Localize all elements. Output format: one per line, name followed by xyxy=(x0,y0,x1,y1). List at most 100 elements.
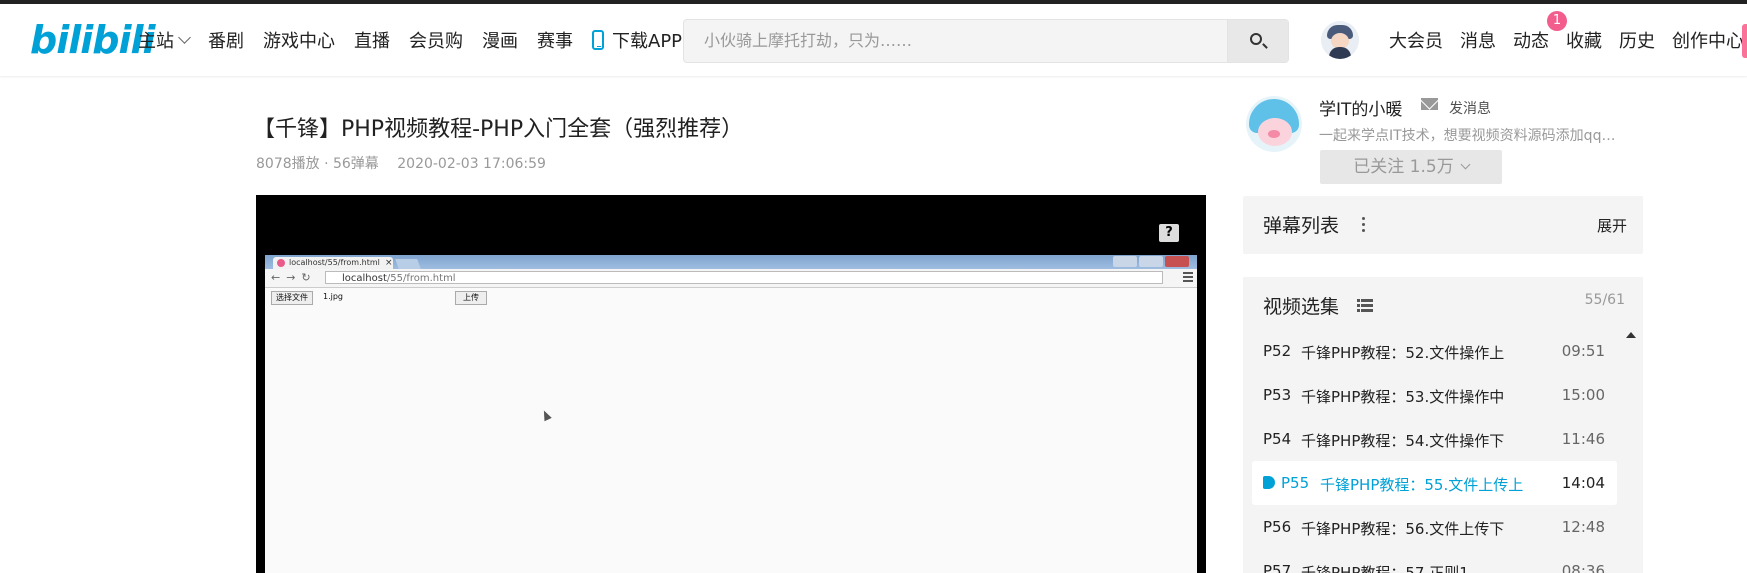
new-tab-icon xyxy=(395,259,421,269)
search-input[interactable]: 小伙骑上摩托打劫，只为…… xyxy=(684,20,1229,62)
nav-item-live[interactable]: 直播 xyxy=(354,27,390,53)
send-message-link[interactable]: 发消息 xyxy=(1449,98,1491,118)
main-nav: 主站 番剧 游戏中心 直播 会员购 漫画 赛事 下载APP xyxy=(138,4,701,76)
episode-name: 千锋PHP教程：52.文件操作上 xyxy=(1301,344,1505,362)
close-icon: × xyxy=(385,258,393,268)
nav-item-label: 游戏中心 xyxy=(263,31,335,52)
mouse-cursor-icon xyxy=(540,408,552,422)
nav-item-game-center[interactable]: 游戏中心 xyxy=(263,27,335,53)
nav-item-label: 直播 xyxy=(354,31,390,52)
nav-item-esports[interactable]: 赛事 xyxy=(537,27,573,53)
browser-tab-title: localhost/55/from.html xyxy=(289,258,380,267)
browser-toolbar: ←→↻ localhost/55/from.html xyxy=(265,269,1197,288)
video-title: 【千锋】PHP视频教程-PHP入门全套（强烈推荐） xyxy=(253,117,744,142)
episode-name: 千锋PHP教程：57.正则1 xyxy=(1301,564,1469,573)
danmaku-list-title: 弹幕列表 xyxy=(1263,215,1340,237)
uploader-name[interactable]: 学IT的小暖 xyxy=(1319,95,1402,120)
episode-list-panel: 视频选集 55/61 P52 千锋PHP教程：52.文件操作上 09:51 P5… xyxy=(1243,277,1643,573)
episode-count: 55/61 xyxy=(1584,292,1625,308)
nav-item-shop[interactable]: 会员购 xyxy=(409,27,463,53)
episode-list: P52 千锋PHP教程：52.文件操作上 09:51 P53 千锋PHP教程：5… xyxy=(1252,329,1617,573)
site-header: bilibili 主站 番剧 游戏中心 直播 会员购 漫画 赛事 下载APP 小… xyxy=(0,4,1747,76)
video-frame-browser: localhost/55/from.html × ←→↻ localhost/5… xyxy=(265,255,1197,573)
episode-duration: 15:00 xyxy=(1561,386,1605,404)
nav-creator-center[interactable]: 创作中心 xyxy=(1672,27,1744,53)
follow-button[interactable]: 已关注 1.5万 xyxy=(1320,150,1502,184)
file-name: 1.jpg xyxy=(323,292,344,301)
episode-name: 千锋PHP教程：54.文件操作下 xyxy=(1301,432,1505,450)
danmaku-list-panel: 弹幕列表 展开 xyxy=(1243,196,1643,254)
episode-item[interactable]: P53 千锋PHP教程：53.文件操作中 15:00 xyxy=(1252,373,1617,417)
nav-dynamic[interactable]: 动态 1 xyxy=(1513,11,1567,53)
episode-number: P52 xyxy=(1263,342,1292,360)
episode-item-active[interactable]: P55 千锋PHP教程：55.文件上传上 14:04 xyxy=(1252,461,1617,505)
nav-history[interactable]: 历史 xyxy=(1619,27,1655,53)
episode-number: P57 xyxy=(1263,562,1292,573)
nav-item-main-site[interactable]: 主站 xyxy=(138,27,191,53)
browser-nav-icons: ←→↻ xyxy=(271,271,317,284)
episode-item[interactable]: P52 千锋PHP教程：52.文件操作上 09:51 xyxy=(1252,329,1617,373)
help-icon[interactable]: ? xyxy=(1159,224,1179,242)
nav-item-label: 会员购 xyxy=(409,31,463,52)
uploader-avatar[interactable] xyxy=(1246,96,1302,152)
nav-item-manga[interactable]: 漫画 xyxy=(482,27,518,53)
episode-number: P56 xyxy=(1263,518,1292,536)
episode-duration: 08:36 xyxy=(1561,562,1605,573)
episode-duration: 09:51 xyxy=(1561,342,1605,360)
favicon-icon xyxy=(277,259,285,267)
browser-tabbar: localhost/55/from.html × xyxy=(265,255,1197,269)
episode-list-title: 视频选集 xyxy=(1263,296,1340,318)
episode-duration: 14:04 xyxy=(1561,474,1605,492)
episode-item[interactable]: P56 千锋PHP教程：56.文件上传下 12:48 xyxy=(1252,505,1617,549)
episode-name: 千锋PHP教程：55.文件上传上 xyxy=(1320,476,1524,494)
nav-vip[interactable]: 大会员 xyxy=(1389,27,1443,53)
episode-number: P55 xyxy=(1281,474,1310,492)
uploader-description: 一起来学点IT技术，想要视频资料源码添加qq… xyxy=(1319,128,1616,144)
expand-button[interactable]: 展开 xyxy=(1597,215,1627,236)
phone-icon xyxy=(592,30,604,50)
publish-date: 2020-02-03 17:06:59 xyxy=(397,156,546,172)
nav-messages[interactable]: 消息 xyxy=(1460,27,1496,53)
play-count: 8078播放 · 56弹幕 xyxy=(256,156,379,172)
episode-number: P54 xyxy=(1263,430,1292,448)
nav-item-label: 漫画 xyxy=(482,31,518,52)
episode-duration: 11:46 xyxy=(1561,430,1605,448)
upload-button-edge[interactable] xyxy=(1742,24,1747,58)
url-path: /55/from.html xyxy=(386,273,456,284)
playing-icon xyxy=(1263,476,1275,489)
more-options-icon[interactable] xyxy=(1362,217,1365,234)
nav-item-label: 主站 xyxy=(138,31,174,52)
choose-file-button: 选择文件 xyxy=(271,291,313,305)
video-meta: 8078播放 · 56弹幕 2020-02-03 17:06:59 xyxy=(256,153,560,173)
chevron-down-icon xyxy=(1460,159,1471,170)
episode-number: P53 xyxy=(1263,386,1292,404)
mail-icon[interactable] xyxy=(1421,98,1438,110)
scroll-up-icon[interactable] xyxy=(1626,332,1636,338)
search-button[interactable] xyxy=(1227,20,1288,62)
list-icon[interactable] xyxy=(1357,299,1373,313)
nav-favorites[interactable]: 收藏 xyxy=(1566,27,1602,53)
notification-badge: 1 xyxy=(1547,11,1567,31)
episode-duration: 12:48 xyxy=(1561,518,1605,536)
search-icon xyxy=(1250,33,1262,45)
user-nav: 大会员 消息 动态 1 收藏 历史 创作中心 xyxy=(1389,4,1747,76)
user-avatar[interactable] xyxy=(1321,21,1359,59)
url-host: localhost xyxy=(342,273,387,284)
episode-name: 千锋PHP教程：53.文件操作中 xyxy=(1301,388,1505,406)
bilibili-logo[interactable]: bilibili xyxy=(30,16,156,64)
follow-label: 已关注 1.5万 xyxy=(1353,157,1454,177)
video-player[interactable]: ? localhost/55/from.html × ←→↻ localhost… xyxy=(256,195,1206,573)
episode-item[interactable]: P54 千锋PHP教程：54.文件操作下 11:46 xyxy=(1252,417,1617,461)
nav-item-label: 赛事 xyxy=(537,31,573,52)
search-bar: 小伙骑上摩托打劫，只为…… xyxy=(683,19,1289,63)
chevron-down-icon xyxy=(178,31,191,44)
nav-item-label: 下载APP xyxy=(612,31,683,52)
nav-item-label: 番剧 xyxy=(208,31,244,52)
episode-name: 千锋PHP教程：56.文件上传下 xyxy=(1301,520,1505,538)
window-buttons xyxy=(1111,256,1189,267)
nav-item-anime[interactable]: 番剧 xyxy=(208,27,244,53)
browser-tab: localhost/55/from.html xyxy=(273,257,393,269)
browser-url: localhost/55/from.html xyxy=(325,271,1163,284)
episode-item[interactable]: P57 千锋PHP教程：57.正则1 08:36 xyxy=(1252,549,1617,573)
nav-item-download-app[interactable]: 下载APP xyxy=(592,27,682,53)
